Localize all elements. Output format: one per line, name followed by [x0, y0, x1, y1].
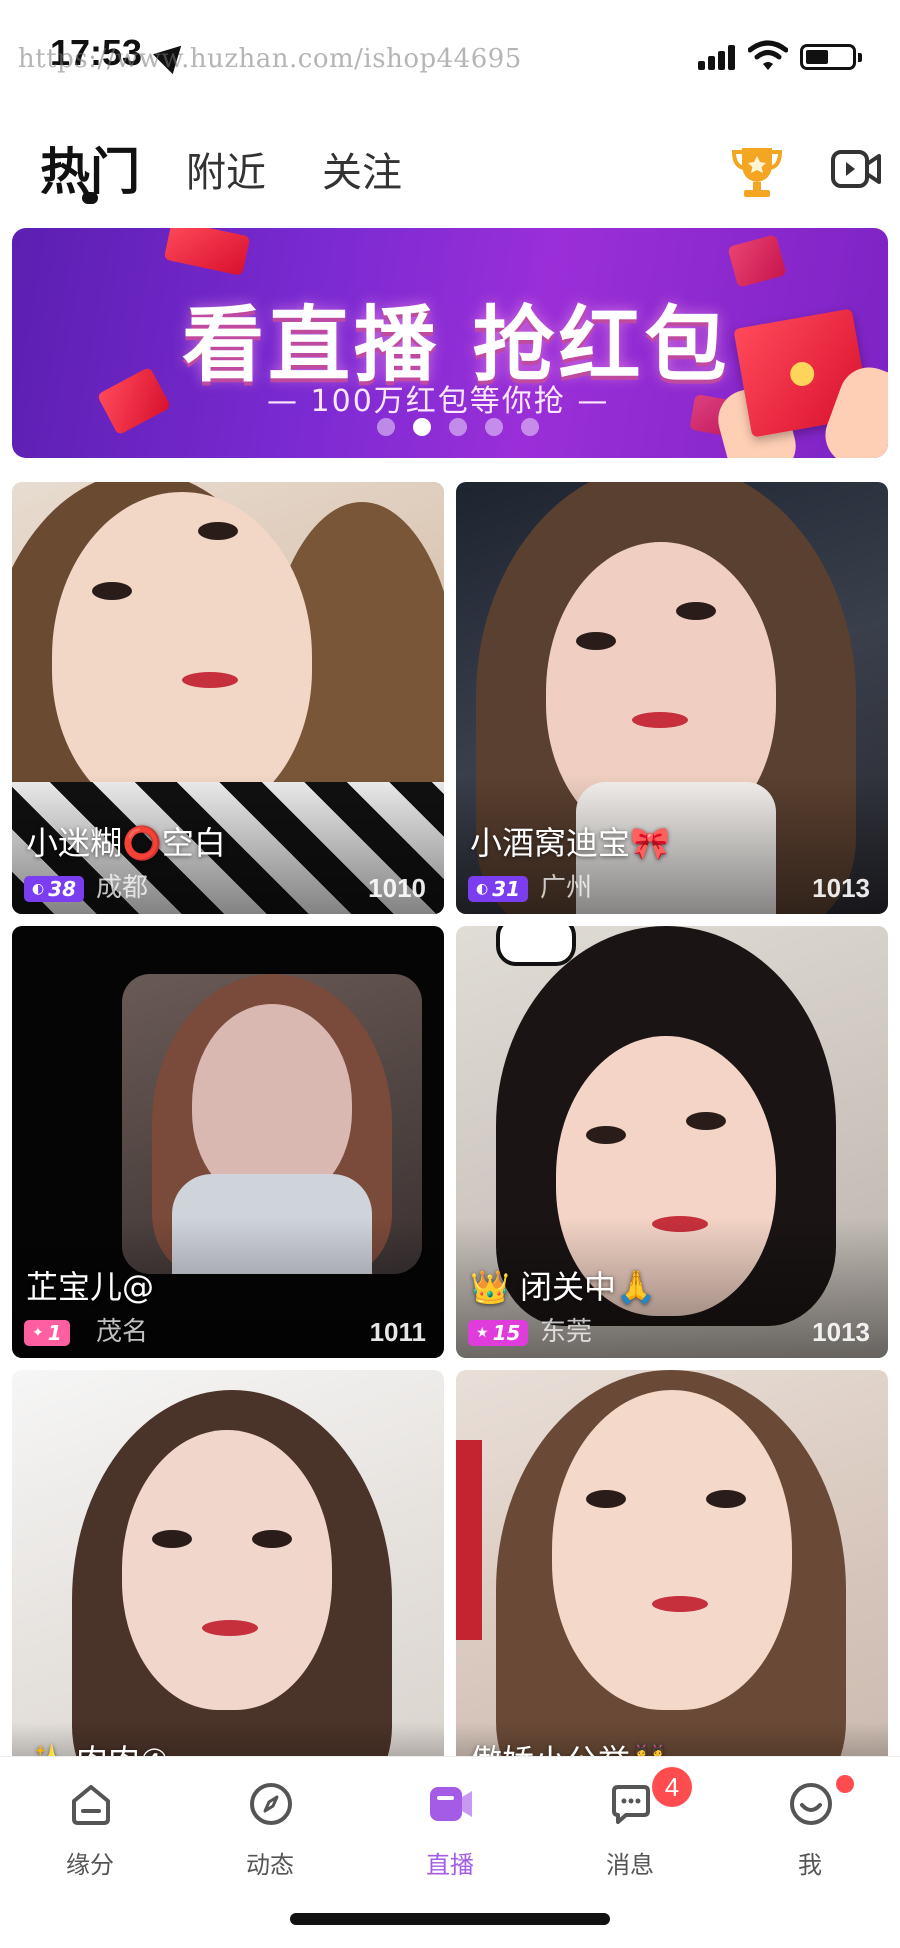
level-badge: ◐ 31: [468, 876, 529, 902]
live-room-card[interactable]: 芷宝儿@ ✦ 1 茂名 1011: [12, 926, 444, 1358]
level-badge: ★ 15: [468, 1320, 529, 1346]
wifi-icon: [748, 40, 788, 70]
level-badge: ◐ 38: [24, 876, 85, 902]
live-room-card[interactable]: 傲娇小公举👯: [456, 1370, 888, 1802]
unread-badge: 4: [652, 1767, 692, 1807]
level-icon: ★: [476, 1325, 489, 1341]
live-room-card[interactable]: 👑 闭关中🙏 ★ 15 东莞 1013: [456, 926, 888, 1358]
red-envelope-decoration: [96, 366, 172, 436]
live-room-card[interactable]: 小迷糊⭕空白 ◐ 38 成都 1010: [12, 482, 444, 914]
tab-nearby[interactable]: 附近: [186, 140, 266, 198]
status-bar: 17:53 https://www.huzhan.com/ishop44695: [0, 0, 900, 110]
streamer-city: 东莞: [540, 1317, 593, 1347]
pagination-dot[interactable]: [449, 418, 467, 436]
start-live-video-icon[interactable]: [830, 144, 882, 194]
viewer-count: 1011: [369, 1317, 426, 1347]
notification-dot: [836, 1775, 854, 1793]
streamer-city: 成都: [96, 873, 149, 903]
tab-active-indicator: [82, 192, 98, 204]
viewer-count: 1013: [812, 1317, 870, 1347]
streamer-name: 小迷糊⭕空白: [26, 824, 226, 862]
red-envelope-decoration: [727, 234, 787, 288]
live-room-card[interactable]: 小酒窝迪宝🎀 ◐ 31 广州 1013: [456, 482, 888, 914]
tab-following[interactable]: 关注: [322, 140, 402, 198]
viewer-count: 1010: [368, 873, 426, 903]
promo-banner[interactable]: 看直播 抢红包 — 100万红包等你抢 —: [12, 228, 888, 458]
tabbar-label: 消息: [606, 1851, 654, 1879]
pagination-dot[interactable]: [485, 418, 503, 436]
tabbar-item-feed[interactable]: 动态: [210, 1777, 330, 1879]
top-tab-bar: 热门 附近 关注: [0, 120, 900, 220]
tabbar-item-messages[interactable]: 4 消息: [570, 1767, 692, 1879]
watermark-text: https://www.huzhan.com/ishop44695: [18, 44, 522, 74]
pagination-dot[interactable]: [377, 418, 395, 436]
level-icon: ◐: [476, 881, 489, 897]
tabbar-item-fate[interactable]: 缘分: [30, 1777, 150, 1879]
battery-icon: [800, 44, 862, 70]
level-icon: ✦: [32, 1325, 44, 1341]
bottom-tab-bar: 缘分 动态 直播 4 消息 我: [0, 1756, 900, 1948]
streamer-name: 👑 闭关中🙏: [470, 1268, 656, 1306]
compass-icon: [250, 1783, 292, 1825]
red-envelope-decoration: [163, 228, 251, 276]
tabbar-label: 动态: [246, 1851, 294, 1879]
trophy-icon[interactable]: [730, 142, 784, 202]
cellular-signal-icon: [698, 44, 738, 70]
level-badge: ✦ 1: [24, 1320, 70, 1346]
streamer-name: 小酒窝迪宝🎀: [470, 824, 670, 862]
level-icon: ◐: [32, 881, 45, 897]
tabbar-item-live[interactable]: 直播: [390, 1777, 510, 1879]
streamer-city: 茂名: [96, 1317, 149, 1347]
banner-pagination: [367, 418, 567, 440]
streamer-city: 广州: [540, 873, 593, 903]
live-room-card[interactable]: ✨ 肉肉④: [12, 1370, 444, 1802]
live-page: 17:53 https://www.huzhan.com/ishop44695 …: [0, 0, 900, 1948]
chat-bubble-icon: [612, 1785, 650, 1824]
home-icon: [72, 1785, 110, 1825]
tabbar-item-me[interactable]: 我: [750, 1775, 870, 1879]
home-indicator[interactable]: [290, 1913, 610, 1925]
pagination-dot[interactable]: [521, 418, 539, 436]
tabbar-label: 直播: [426, 1851, 474, 1879]
streamer-name: 芷宝儿@: [26, 1268, 155, 1306]
tabbar-label: 缘分: [66, 1851, 114, 1879]
tabbar-label: 我: [798, 1851, 822, 1879]
profile-smile-icon: [790, 1783, 832, 1825]
banner-subtitle: — 100万红包等你抢 —: [267, 384, 610, 419]
live-video-icon: [430, 1787, 472, 1821]
viewer-count: 1013: [812, 873, 870, 903]
pagination-dot-active[interactable]: [413, 418, 431, 436]
